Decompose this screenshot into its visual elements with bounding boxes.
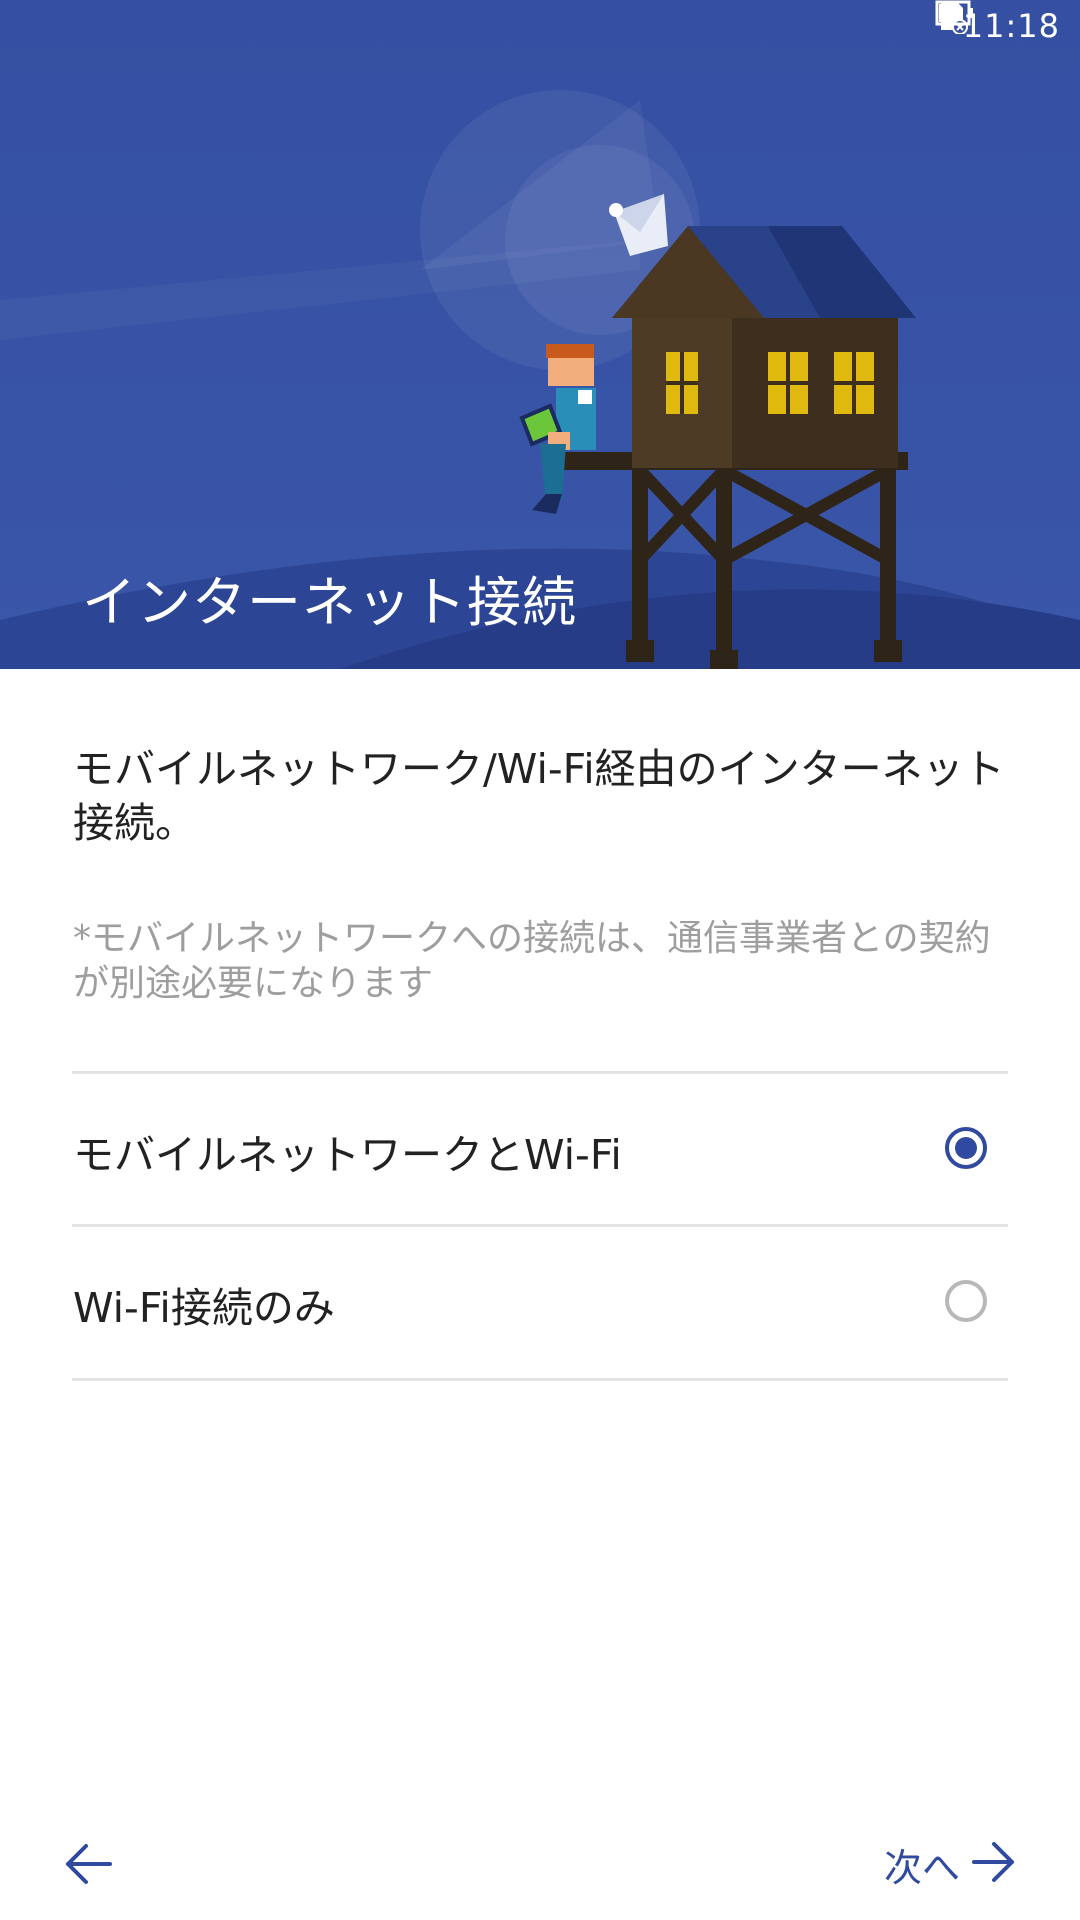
back-button[interactable] [56, 1834, 126, 1894]
note-text: *モバイルネットワークへの接続は、通信事業者との契約が別途必要になります [73, 918, 991, 1004]
arrow-right-icon [970, 1832, 1020, 1896]
next-button[interactable]: 次へ [884, 1834, 1020, 1894]
divider [72, 1071, 1008, 1074]
option-label: Wi-Fi接続のみ [73, 1284, 335, 1332]
divider [72, 1224, 1008, 1227]
status-time: 11:18 [962, 7, 1060, 45]
arrow-left-icon [56, 1844, 126, 1898]
header-illustration: 11:18 インターネット接続 [0, 0, 1080, 669]
option-mobile-and-wifi[interactable]: モバイルネットワークとWi-Fi [0, 1076, 1080, 1226]
radio-button-unselected[interactable] [945, 1280, 987, 1322]
next-label: 次へ [883, 1845, 960, 1890]
divider [72, 1378, 1008, 1381]
description-text: モバイルネットワーク/Wi-Fi経由のインターネット接続。 [73, 745, 1005, 847]
option-label: モバイルネットワークとWi-Fi [73, 1131, 622, 1179]
page-title: インターネット接続 [82, 571, 577, 634]
radio-button-selected[interactable] [945, 1127, 987, 1169]
status-bar: 11:18 [935, 0, 1080, 52]
option-wifi-only[interactable]: Wi-Fi接続のみ [0, 1229, 1080, 1379]
setup-screen: 11:18 インターネット接続 モバイルネットワーク/Wi-Fi経由のインターネ… [0, 0, 1080, 1920]
